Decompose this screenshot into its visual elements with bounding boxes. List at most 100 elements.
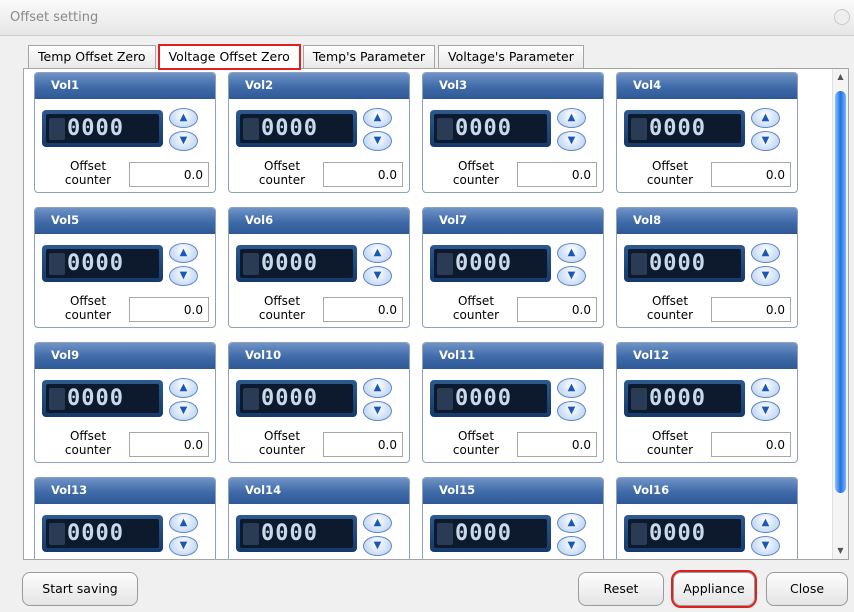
start-saving-button[interactable]: Start saving (22, 572, 138, 606)
decrement-arrow-icon[interactable]: ▼ (363, 536, 392, 556)
scroll-up-icon[interactable]: ▲ (833, 69, 848, 85)
channel-card: Vol11 0000 ▲ ▼ Offset counter (422, 342, 604, 463)
lcd-digits: 0000 (649, 520, 706, 546)
increment-arrow-icon[interactable]: ▲ (363, 108, 392, 128)
channel-card: Vol14 0000 ▲ ▼ (228, 477, 410, 559)
lcd-sign-segment (49, 387, 65, 410)
offset-counter-label: Offset counter (646, 429, 694, 457)
channel-card: Vol12 0000 ▲ ▼ Offset counter (616, 342, 798, 463)
channel-card: Vol10 0000 ▲ ▼ Offset counter (228, 342, 410, 463)
lcd-sign-segment (243, 252, 259, 275)
channel-title: Vol11 (423, 343, 603, 369)
lcd-digits: 0000 (67, 385, 124, 411)
decrement-arrow-icon[interactable]: ▼ (169, 401, 198, 421)
lcd-sign-segment (631, 117, 647, 140)
lcd-display: 0000 (236, 515, 357, 552)
decrement-arrow-icon[interactable]: ▼ (557, 131, 586, 151)
offset-counter-input[interactable] (517, 432, 597, 457)
appliance-button[interactable]: Appliance (671, 570, 757, 608)
channel-title: Vol4 (617, 73, 797, 99)
increment-arrow-icon[interactable]: ▲ (169, 243, 198, 263)
window-control-icon[interactable] (834, 9, 850, 25)
channel-title: Vol3 (423, 73, 603, 99)
offset-counter-label: Offset counter (64, 159, 112, 187)
offset-counter-label: Offset counter (64, 294, 112, 322)
channel-title: Vol8 (617, 208, 797, 234)
scroll-thumb[interactable] (835, 91, 846, 493)
decrement-arrow-icon[interactable]: ▼ (363, 266, 392, 286)
reset-button[interactable]: Reset (578, 572, 664, 606)
offset-counter-input[interactable] (517, 162, 597, 187)
lcd-sign-segment (437, 387, 453, 410)
offset-counter-input[interactable] (711, 162, 791, 187)
decrement-arrow-icon[interactable]: ▼ (557, 401, 586, 421)
decrement-arrow-icon[interactable]: ▼ (169, 536, 198, 556)
decrement-arrow-icon[interactable]: ▼ (169, 266, 198, 286)
lcd-sign-segment (437, 252, 453, 275)
lcd-display: 0000 (42, 245, 163, 282)
tab-voltage-offset-zero[interactable]: Voltage Offset Zero (157, 44, 301, 70)
increment-arrow-icon[interactable]: ▲ (169, 513, 198, 533)
lcd-digits: 0000 (261, 115, 318, 141)
decrement-arrow-icon[interactable]: ▼ (363, 131, 392, 151)
decrement-arrow-icon[interactable]: ▼ (363, 401, 392, 421)
lcd-sign-segment (631, 387, 647, 410)
channel-title: Vol10 (229, 343, 409, 369)
channel-title: Vol16 (617, 478, 797, 504)
tab-temp-offset-zero[interactable]: Temp Offset Zero (28, 45, 156, 68)
increment-arrow-icon[interactable]: ▲ (751, 513, 780, 533)
increment-arrow-icon[interactable]: ▲ (751, 243, 780, 263)
decrement-arrow-icon[interactable]: ▼ (557, 536, 586, 556)
decrement-arrow-icon[interactable]: ▼ (751, 401, 780, 421)
increment-arrow-icon[interactable]: ▲ (557, 378, 586, 398)
decrement-arrow-icon[interactable]: ▼ (169, 131, 198, 151)
vertical-scrollbar[interactable]: ▲ ▼ (832, 69, 848, 559)
offset-counter-input[interactable] (711, 297, 791, 322)
decrement-arrow-icon[interactable]: ▼ (751, 536, 780, 556)
channel-card: Vol1 0000 ▲ ▼ Offset counter (34, 72, 216, 193)
channel-title: Vol1 (35, 73, 215, 99)
increment-arrow-icon[interactable]: ▲ (751, 378, 780, 398)
offset-counter-input[interactable] (129, 162, 209, 187)
tab-temp-parameter[interactable]: Temp's Parameter (302, 45, 436, 68)
offset-counter-label: Offset counter (258, 159, 306, 187)
decrement-arrow-icon[interactable]: ▼ (751, 266, 780, 286)
increment-arrow-icon[interactable]: ▲ (363, 378, 392, 398)
decrement-arrow-icon[interactable]: ▼ (557, 266, 586, 286)
lcd-digits: 0000 (67, 520, 124, 546)
offset-counter-input[interactable] (323, 297, 403, 322)
close-button[interactable]: Close (766, 572, 848, 606)
scroll-down-icon[interactable]: ▼ (833, 543, 848, 559)
increment-arrow-icon[interactable]: ▲ (557, 513, 586, 533)
lcd-digits: 0000 (455, 115, 512, 141)
lcd-digits: 0000 (261, 250, 318, 276)
increment-arrow-icon[interactable]: ▲ (363, 243, 392, 263)
lcd-sign-segment (631, 252, 647, 275)
offset-counter-input[interactable] (711, 432, 791, 457)
tab-bar: Temp Offset Zero Voltage Offset Zero Tem… (28, 44, 587, 70)
offset-counter-input[interactable] (517, 297, 597, 322)
channel-card: Vol15 0000 ▲ ▼ (422, 477, 604, 559)
window-title: Offset setting (10, 10, 99, 25)
tab-voltage-parameter[interactable]: Voltage's Parameter (438, 45, 584, 68)
offset-counter-label: Offset counter (258, 429, 306, 457)
offset-counter-input[interactable] (323, 162, 403, 187)
lcd-display: 0000 (624, 245, 745, 282)
increment-arrow-icon[interactable]: ▲ (751, 108, 780, 128)
increment-arrow-icon[interactable]: ▲ (169, 108, 198, 128)
increment-arrow-icon[interactable]: ▲ (557, 108, 586, 128)
decrement-arrow-icon[interactable]: ▼ (751, 131, 780, 151)
lcd-display: 0000 (42, 380, 163, 417)
offset-counter-input[interactable] (129, 297, 209, 322)
offset-counter-label: Offset counter (452, 429, 500, 457)
increment-arrow-icon[interactable]: ▲ (363, 513, 392, 533)
offset-counter-label: Offset counter (452, 294, 500, 322)
lcd-sign-segment (49, 117, 65, 140)
offset-counter-input[interactable] (129, 432, 209, 457)
channel-card: Vol7 0000 ▲ ▼ Offset counter (422, 207, 604, 328)
offset-counter-input[interactable] (323, 432, 403, 457)
increment-arrow-icon[interactable]: ▲ (169, 378, 198, 398)
channel-title: Vol15 (423, 478, 603, 504)
increment-arrow-icon[interactable]: ▲ (557, 243, 586, 263)
lcd-display: 0000 (430, 380, 551, 417)
